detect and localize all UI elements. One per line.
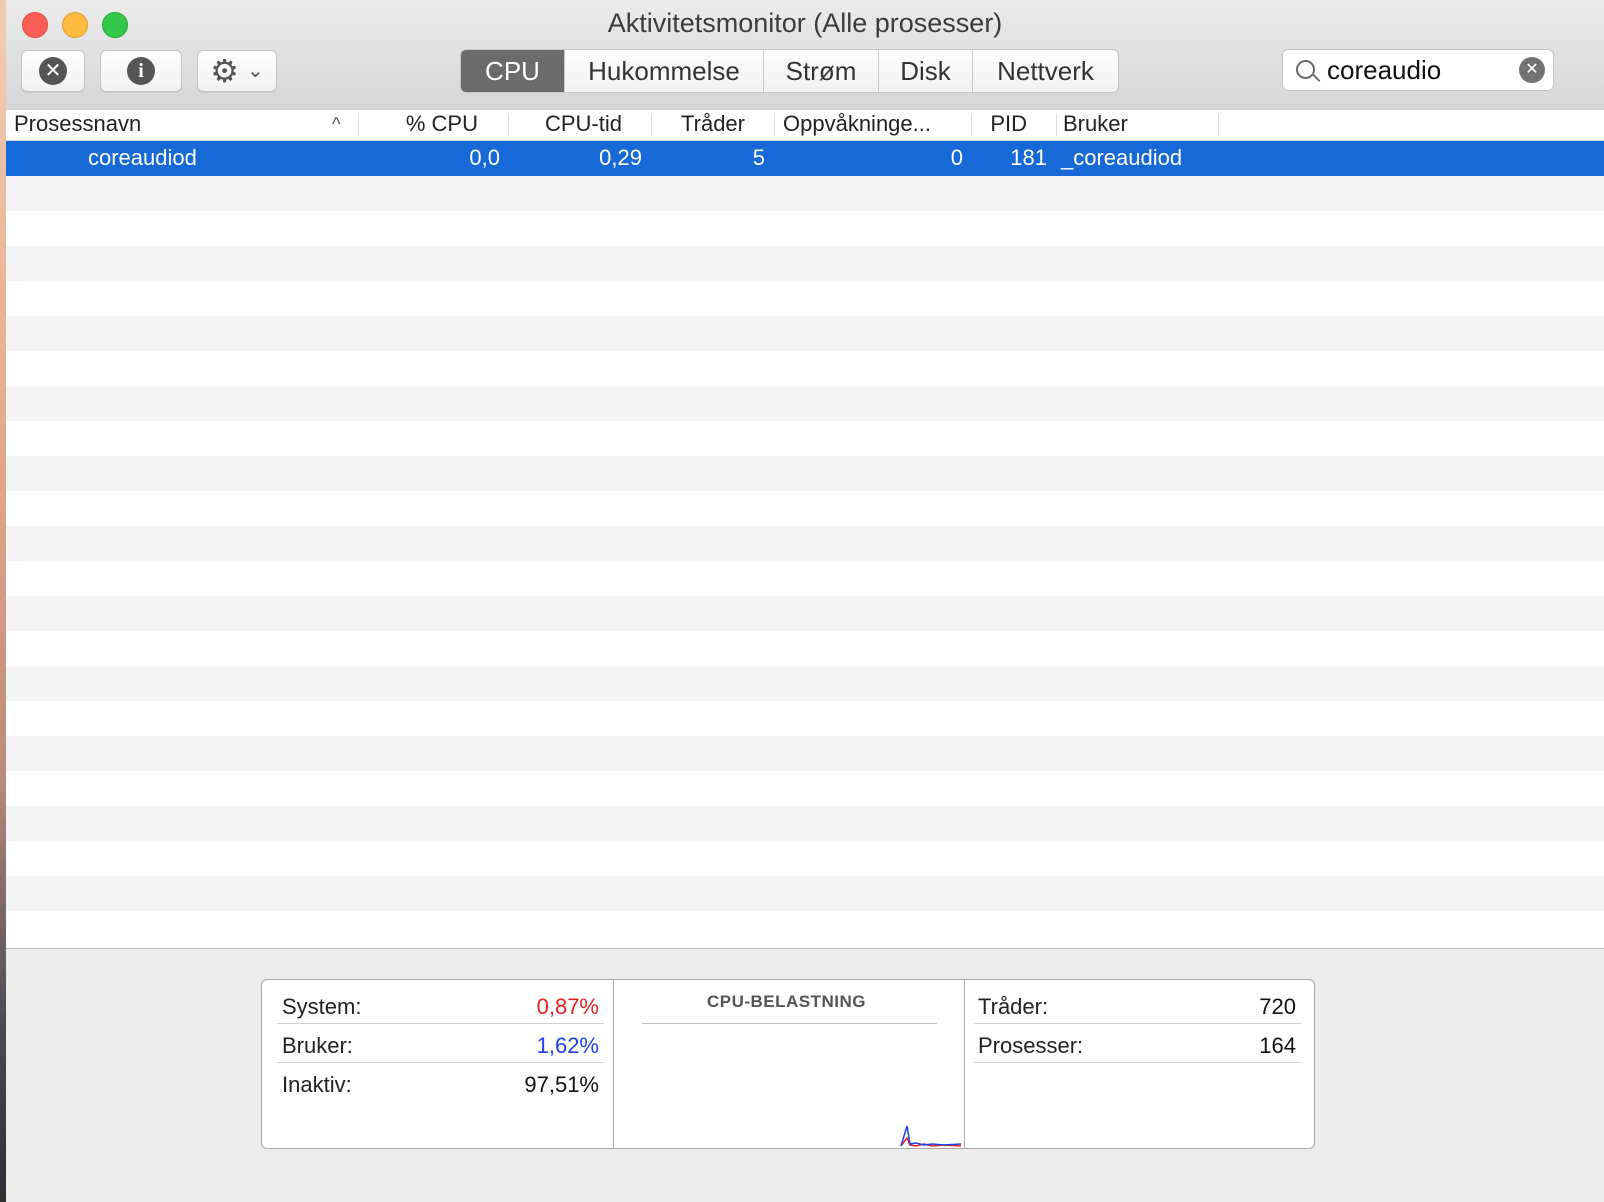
process-name-cell: coreaudiod — [88, 145, 197, 170]
cpu-percent-cell: 0,0 — [469, 145, 500, 170]
empty-table-row — [6, 701, 1604, 736]
view-tabs: CPU Hukommelse Strøm Disk Nettverk — [460, 49, 1119, 93]
empty-table-row — [6, 736, 1604, 771]
row-divider — [974, 1062, 1301, 1063]
process-table: coreaudiod 0,0 0,29 5 0 181 _coreaudiod — [6, 141, 1604, 948]
action-menu-button[interactable]: ⚙ ⌄ — [197, 50, 277, 92]
empty-table-row — [6, 211, 1604, 246]
column-separator[interactable] — [971, 114, 972, 136]
table-row[interactable]: coreaudiod 0,0 0,29 5 0 181 _coreaudiod — [6, 141, 1604, 176]
column-separator[interactable] — [1056, 114, 1057, 136]
empty-table-row — [6, 526, 1604, 561]
column-header-user[interactable]: Bruker — [1063, 110, 1213, 140]
threads-label: Tråder: — [978, 994, 1049, 1019]
column-header-threads[interactable]: Tråder — [653, 110, 745, 140]
titlebar: Aktivitetsmonitor (Alle prosesser) ✕ i ⚙… — [6, 0, 1604, 111]
search-icon — [1296, 60, 1315, 79]
column-divider — [964, 980, 965, 1148]
column-header-pid[interactable]: PID — [973, 110, 1027, 140]
tab-network[interactable]: Nettverk — [972, 50, 1118, 92]
table-header: Prosessnavn ^ % CPU CPU-tid Tråder Oppvå… — [6, 110, 1604, 141]
column-header-cpu-percent[interactable]: % CPU — [360, 110, 478, 140]
column-separator[interactable] — [774, 114, 775, 136]
quit-process-button[interactable]: ✕ — [21, 50, 85, 92]
empty-table-row — [6, 806, 1604, 841]
cpu-summary-panel: System: 0,87% Bruker: 1,62% Inaktiv: 97,… — [6, 948, 1604, 1202]
user-label: Bruker: — [282, 1033, 353, 1058]
search-field[interactable]: ✕ — [1282, 49, 1554, 91]
wakeups-cell: 0 — [950, 145, 963, 170]
gear-icon: ⚙ — [210, 53, 239, 89]
empty-table-row — [6, 386, 1604, 421]
empty-table-row — [6, 841, 1604, 876]
empty-table-row — [6, 246, 1604, 281]
empty-table-row — [6, 491, 1604, 526]
search-input[interactable] — [1327, 54, 1507, 86]
empty-rows — [6, 176, 1604, 946]
empty-table-row — [6, 876, 1604, 911]
threads-cell: 5 — [752, 145, 765, 170]
inspect-process-button[interactable]: i — [100, 50, 182, 92]
system-value: 0,87% — [536, 994, 599, 1019]
empty-table-row — [6, 421, 1604, 456]
column-separator[interactable] — [358, 114, 359, 136]
row-divider — [277, 1062, 604, 1063]
empty-table-row — [6, 911, 1604, 946]
window-title: Aktivitetsmonitor (Alle prosesser) — [607, 8, 1003, 38]
activity-monitor-window: Aktivitetsmonitor (Alle prosesser) ✕ i ⚙… — [6, 0, 1604, 1202]
cpu-load-title: CPU-BELASTNING — [706, 992, 867, 1011]
column-header-cpu-time[interactable]: CPU-tid — [510, 110, 622, 140]
graph-divider — [642, 1023, 937, 1024]
idle-value: 97,51% — [524, 1072, 599, 1097]
chevron-down-icon: ⌄ — [246, 60, 264, 82]
empty-table-row — [6, 176, 1604, 211]
cpu-load-graph — [900, 1125, 962, 1147]
column-separator[interactable] — [651, 114, 652, 136]
tab-energy[interactable]: Strøm — [763, 50, 878, 92]
empty-table-row — [6, 771, 1604, 806]
empty-table-row — [6, 456, 1604, 491]
empty-table-row — [6, 561, 1604, 596]
column-separator[interactable] — [1218, 114, 1219, 136]
system-label: System: — [282, 994, 362, 1019]
user-value: 1,62% — [536, 1033, 599, 1058]
pid-cell: 181 — [1010, 145, 1047, 170]
column-header-process-name[interactable]: Prosessnavn — [14, 110, 344, 140]
empty-table-row — [6, 596, 1604, 631]
empty-table-row — [6, 281, 1604, 316]
column-header-wakeups[interactable]: Oppvåkninge... — [783, 110, 963, 140]
clear-search-icon[interactable]: ✕ — [1519, 57, 1545, 83]
user-load-line — [900, 1125, 962, 1147]
tab-disk[interactable]: Disk — [878, 50, 972, 92]
cpu-stats-box: System: 0,87% Bruker: 1,62% Inaktiv: 97,… — [261, 979, 1315, 1149]
sort-ascending-icon: ^ — [332, 114, 341, 134]
empty-table-row — [6, 351, 1604, 386]
row-divider — [277, 1023, 604, 1024]
empty-table-row — [6, 316, 1604, 351]
threads-value: 720 — [1259, 994, 1296, 1019]
row-divider — [974, 1023, 1301, 1024]
cpu-time-cell: 0,29 — [599, 145, 642, 170]
column-separator[interactable] — [508, 114, 509, 136]
processes-value: 164 — [1259, 1033, 1296, 1058]
close-circle-icon: ✕ — [39, 57, 67, 85]
user-cell: _coreaudiod — [1061, 145, 1183, 170]
tab-memory[interactable]: Hukommelse — [564, 50, 763, 92]
idle-label: Inaktiv: — [282, 1072, 352, 1097]
info-icon: i — [127, 57, 155, 85]
empty-table-row — [6, 666, 1604, 701]
empty-table-row — [6, 631, 1604, 666]
tab-cpu[interactable]: CPU — [461, 50, 564, 92]
processes-label: Prosesser: — [978, 1033, 1084, 1058]
